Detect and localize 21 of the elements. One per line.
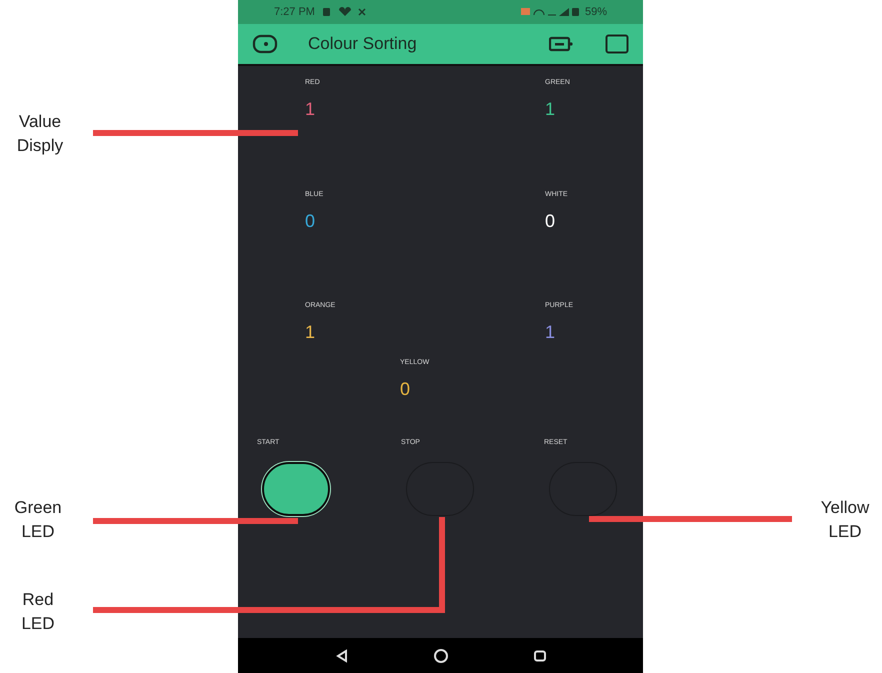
display-value: 0 xyxy=(400,378,410,400)
recents-nav-icon[interactable] xyxy=(532,648,546,662)
status-time: 7:27 PM xyxy=(274,4,315,20)
home-nav-icon[interactable] xyxy=(432,648,448,664)
display-value: 1 xyxy=(305,321,316,343)
signal-icons xyxy=(520,7,581,17)
display-value: 1 xyxy=(545,98,556,120)
app-title: Colour Sorting xyxy=(308,33,418,56)
square-icon[interactable] xyxy=(605,34,629,54)
annotation-label: Red LED xyxy=(20,589,56,635)
device-icon[interactable] xyxy=(549,36,573,52)
annotation-label: Yellow LED xyxy=(820,497,870,543)
display-value: 0 xyxy=(545,210,556,232)
back-icon[interactable] xyxy=(252,34,278,54)
annotation-label: Green LED xyxy=(13,497,63,543)
display-value: 0 xyxy=(305,210,316,232)
battery-percent: 59% xyxy=(584,4,607,20)
display-value: 1 xyxy=(545,321,556,343)
back-nav-icon[interactable] xyxy=(334,648,348,662)
annotation-label: Value Disply xyxy=(16,111,64,157)
display-value: 1 xyxy=(305,98,316,120)
